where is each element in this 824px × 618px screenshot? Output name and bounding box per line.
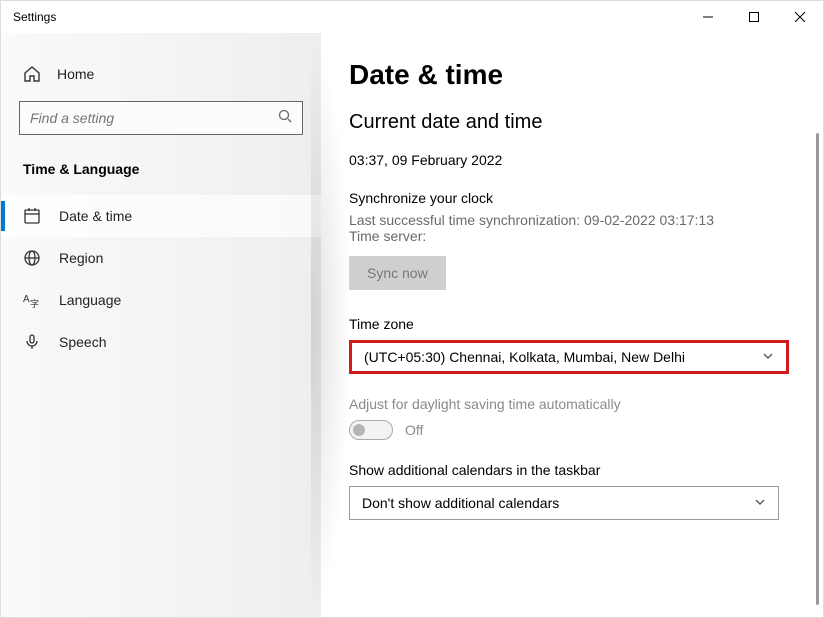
sidebar-item-label: Speech — [59, 334, 106, 350]
sidebar-item-language[interactable]: A字 Language — [1, 279, 321, 321]
timezone-dropdown[interactable]: (UTC+05:30) Chennai, Kolkata, Mumbai, Ne… — [349, 340, 789, 374]
additional-calendars-label: Show additional calendars in the taskbar — [349, 462, 789, 478]
chevron-down-icon — [754, 495, 766, 511]
page-title: Date & time — [349, 59, 789, 91]
globe-icon — [23, 249, 41, 267]
current-datetime-value: 03:37, 09 February 2022 — [349, 152, 789, 168]
sidebar-item-label: Language — [59, 292, 121, 308]
home-label: Home — [57, 66, 94, 82]
chevron-down-icon — [762, 349, 774, 365]
search-input[interactable] — [30, 110, 278, 126]
sidebar: Home Time & Language Date & time Region — [1, 33, 321, 617]
home-nav[interactable]: Home — [1, 59, 321, 101]
sidebar-item-region[interactable]: Region — [1, 237, 321, 279]
svg-text:字: 字 — [30, 298, 39, 309]
calendar-icon — [23, 207, 41, 225]
dst-toggle — [349, 420, 393, 440]
search-input-wrap[interactable] — [19, 101, 303, 135]
sidebar-category: Time & Language — [1, 157, 321, 195]
last-sync-text: Last successful time synchronization: 09… — [349, 212, 789, 228]
timezone-value: (UTC+05:30) Chennai, Kolkata, Mumbai, Ne… — [364, 349, 685, 365]
minimize-button[interactable] — [685, 1, 731, 33]
maximize-button[interactable] — [731, 1, 777, 33]
microphone-icon — [23, 333, 41, 351]
sync-section-title: Synchronize your clock — [349, 190, 789, 206]
close-icon — [795, 12, 805, 22]
sidebar-item-speech[interactable]: Speech — [1, 321, 321, 363]
scrollbar[interactable] — [816, 133, 819, 605]
close-button[interactable] — [777, 1, 823, 33]
dst-state: Off — [405, 422, 423, 438]
timezone-label: Time zone — [349, 316, 789, 332]
dst-label: Adjust for daylight saving time automati… — [349, 396, 789, 412]
section-current-datetime: Current date and time — [349, 111, 789, 134]
minimize-icon — [703, 12, 713, 22]
svg-text:A: A — [23, 294, 30, 305]
sidebar-item-label: Region — [59, 250, 103, 266]
main-panel: Date & time Current date and time 03:37,… — [321, 33, 823, 617]
language-icon: A字 — [23, 291, 41, 309]
additional-calendars-dropdown[interactable]: Don't show additional calendars — [349, 486, 779, 520]
sidebar-item-date-time[interactable]: Date & time — [1, 195, 321, 237]
search-icon — [278, 109, 292, 128]
time-server-label: Time server: — [349, 228, 789, 244]
toggle-knob — [353, 424, 365, 436]
window-title: Settings — [13, 10, 685, 24]
title-bar: Settings — [1, 1, 823, 33]
maximize-icon — [749, 12, 759, 22]
home-icon — [23, 65, 41, 83]
sync-now-button[interactable]: Sync now — [349, 256, 446, 290]
window-controls — [685, 1, 823, 33]
sidebar-item-label: Date & time — [59, 208, 132, 224]
additional-calendars-value: Don't show additional calendars — [362, 495, 559, 511]
